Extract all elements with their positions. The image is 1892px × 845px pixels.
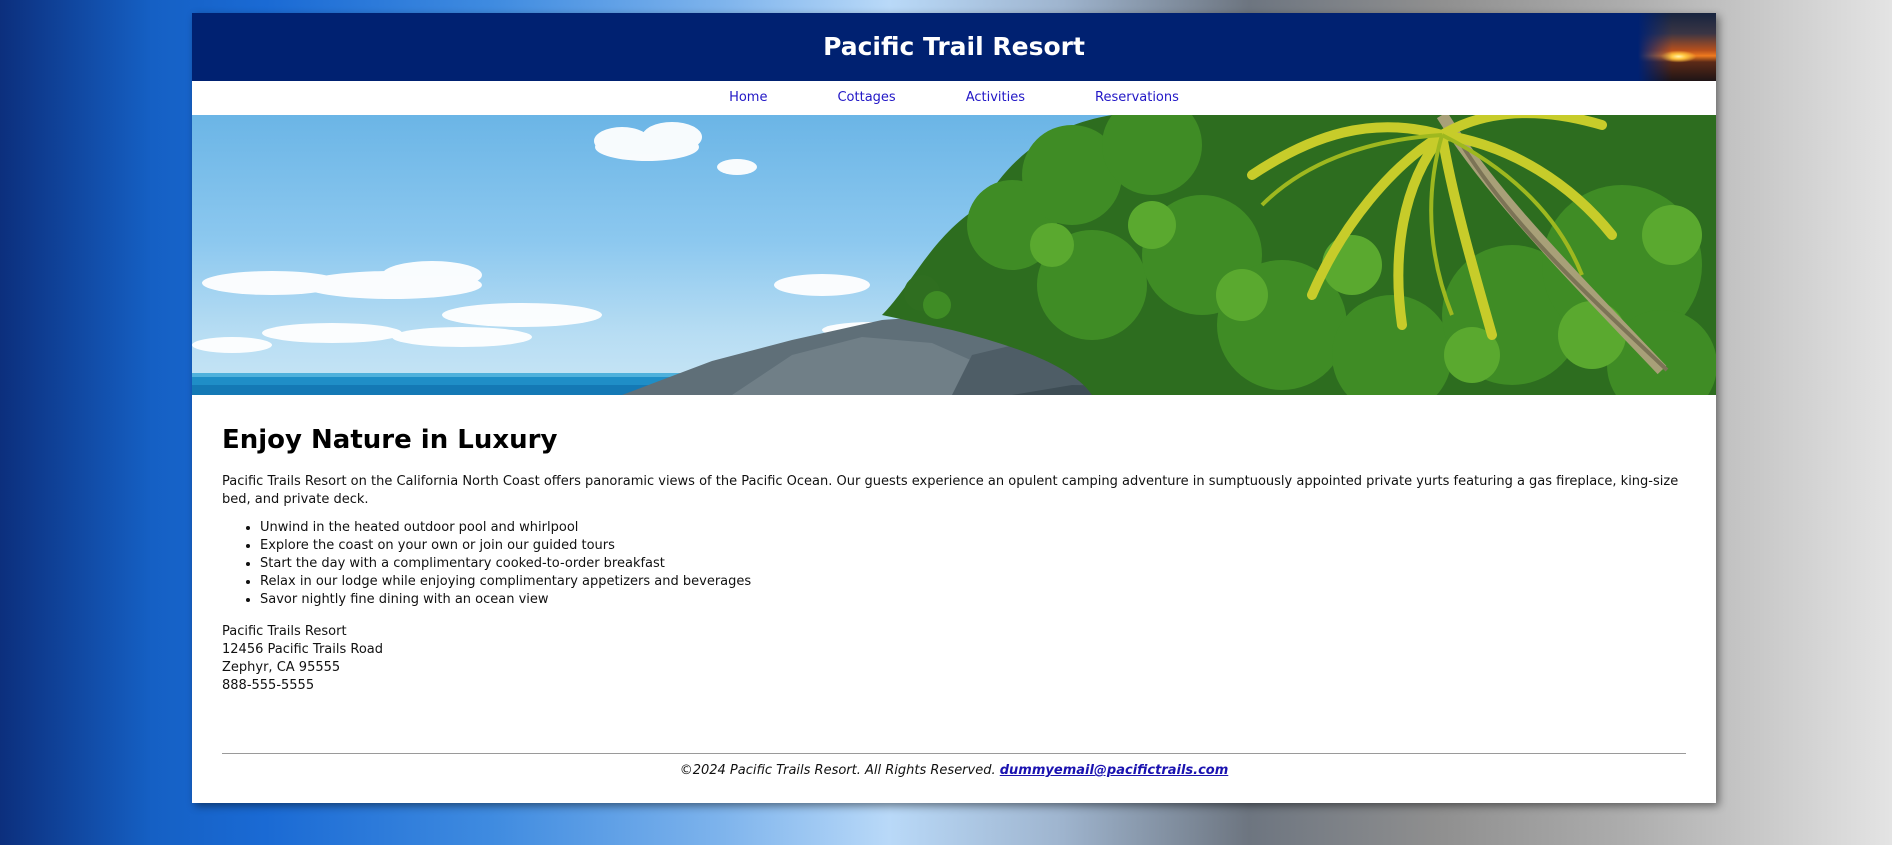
nav-activities-link[interactable]: Activities: [931, 81, 1060, 115]
contact-phone: 888-555-5555: [222, 678, 315, 693]
main-nav: Home Cottages Activities Reservations: [192, 81, 1716, 115]
contact-city: Zephyr, CA 95555: [222, 660, 341, 675]
clouds: [192, 122, 922, 353]
sunset-image: [1638, 13, 1716, 81]
feature-item: Unwind in the heated outdoor pool and wh…: [260, 519, 1686, 537]
site-header: Pacific Trail Resort: [192, 13, 1716, 81]
nav-reservations-link[interactable]: Reservations: [1060, 81, 1214, 115]
feature-item: Start the day with a complimentary cooke…: [260, 555, 1686, 573]
feature-item: Savor nightly fine dining with an ocean …: [260, 591, 1686, 609]
contact-name: Pacific Trails Resort: [222, 624, 347, 639]
features-list: Unwind in the heated outdoor pool and wh…: [222, 519, 1686, 609]
nav-home-link[interactable]: Home: [694, 81, 802, 115]
contact-address: Pacific Trails Resort 12456 Pacific Trai…: [222, 623, 1686, 695]
feature-item: Relax in our lodge while enjoying compli…: [260, 573, 1686, 591]
hero-image: [192, 115, 1716, 395]
main-heading: Enjoy Nature in Luxury: [222, 425, 558, 455]
feature-item: Explore the coast on your own or join ou…: [260, 537, 1686, 555]
site-title: Pacific Trail Resort: [823, 32, 1085, 61]
nav-cottages-link[interactable]: Cottages: [802, 81, 930, 115]
tropical-coast-illustration: [192, 115, 1716, 395]
main-content: Enjoy Nature in Luxury Pacific Trails Re…: [192, 425, 1716, 695]
copyright-text: ©2024 Pacific Trails Resort. All Rights …: [679, 763, 996, 778]
site-footer: ©2024 Pacific Trails Resort. All Rights …: [222, 753, 1686, 778]
intro-paragraph: Pacific Trails Resort on the California …: [222, 474, 1679, 507]
footer-email-link[interactable]: dummyemail@pacifictrails.com: [1000, 763, 1229, 778]
contact-street: 12456 Pacific Trails Road: [222, 642, 384, 657]
page-wrapper: Pacific Trail Resort Home Cottages Activ…: [192, 13, 1716, 803]
